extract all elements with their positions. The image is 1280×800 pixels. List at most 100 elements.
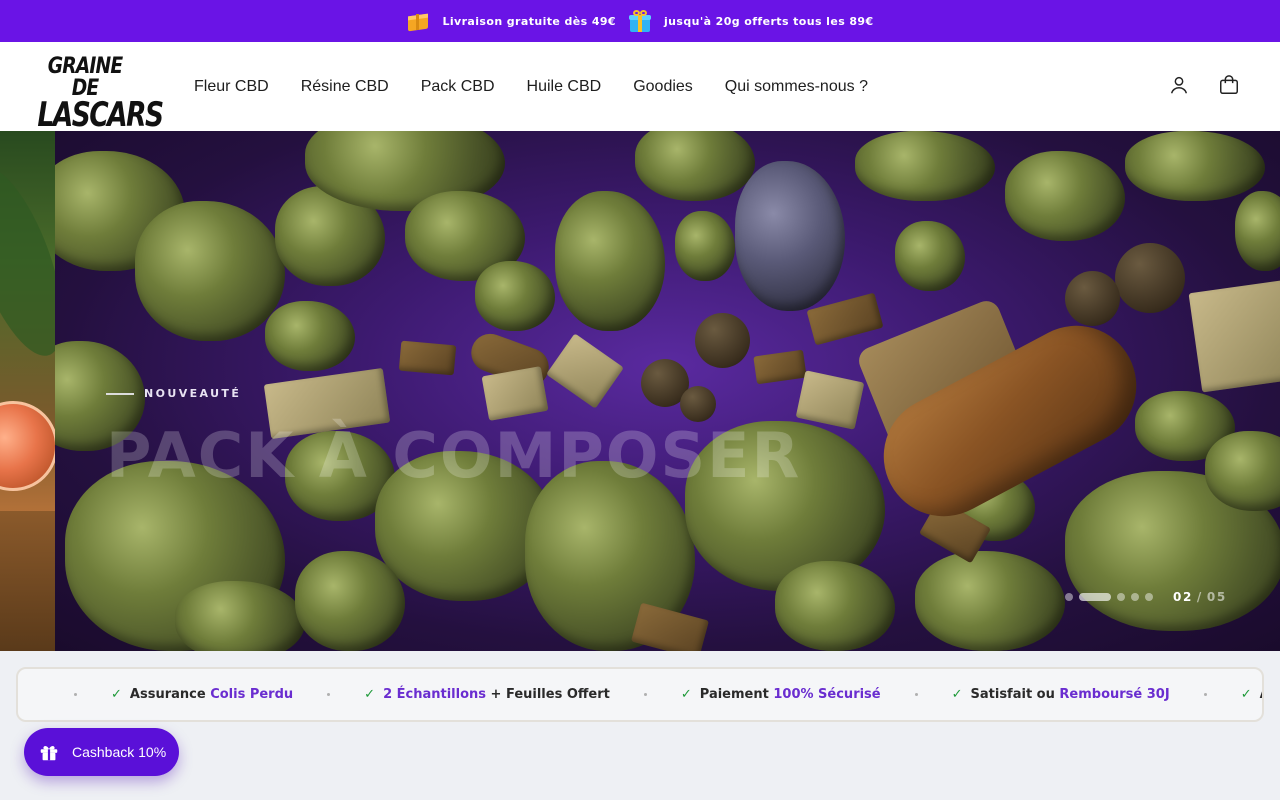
hero-kicker-text: NOUVEAUTÉ	[144, 387, 242, 400]
cbd-flower-image	[555, 191, 665, 331]
cbd-flower-image	[1005, 151, 1125, 241]
cbd-resin-image	[398, 340, 457, 376]
trust-marquee: ✓ Assurance Colis Perdu ✓ 2 Échantillons + …	[40, 669, 1262, 720]
cbd-flower-image	[915, 551, 1065, 651]
cbd-resin-image	[481, 366, 549, 421]
cbd-ball-image	[680, 386, 716, 422]
trust-item: ✓ Assura	[1240, 687, 1262, 702]
hero-title: PACK À COMPOSER	[106, 419, 802, 492]
announcement-item-gift: jusqu'à 20g offerts tous les 89€	[628, 9, 874, 33]
logo-line2: LASCARS	[37, 95, 164, 135]
cbd-flower-image	[1125, 131, 1265, 201]
trust-item-suffix: + Feuilles Offert	[486, 687, 610, 702]
slide-dot[interactable]	[1065, 593, 1073, 601]
check-icon: ✓	[680, 687, 692, 702]
check-icon: ✓	[951, 687, 963, 702]
trust-item-highlight: Remboursé 30J	[1059, 687, 1170, 702]
slide-dot[interactable]	[1117, 593, 1125, 601]
separator-dot	[327, 693, 331, 696]
slide-dot[interactable]	[1079, 593, 1111, 601]
trust-item-highlight: 100% Sécurisé	[773, 687, 881, 702]
nav-huile-cbd[interactable]: Huile CBD	[527, 78, 602, 96]
nav-resine-cbd[interactable]: Résine CBD	[301, 78, 389, 96]
trust-item-prefix: Satisfait ou	[970, 687, 1060, 702]
trust-item-text: 2 Échantillons + Feuilles Offert	[383, 687, 610, 702]
announcement-text-gift: jusqu'à 20g offerts tous les 89€	[664, 14, 874, 28]
cbd-resin-image	[753, 349, 807, 385]
trust-item-text: Satisfait ou Remboursé 30J	[971, 687, 1170, 702]
check-icon: ✓	[1240, 687, 1252, 702]
cbd-flower-image	[175, 581, 305, 651]
cbd-flower-image	[475, 261, 555, 331]
cbd-ball-image	[1115, 243, 1185, 313]
cbd-flower-image	[1235, 191, 1280, 271]
cbd-flower-image	[635, 131, 755, 201]
trust-item-text: Assura	[1260, 687, 1262, 702]
cbd-flower-image	[265, 301, 355, 371]
wood-stump-image	[0, 511, 55, 651]
nav-pack-cbd[interactable]: Pack CBD	[421, 78, 495, 96]
logo-line1: GRAINE DE	[47, 54, 123, 101]
grapefruit-image	[0, 401, 55, 491]
separator-dot	[643, 693, 647, 696]
announcement-text-shipping: Livraison gratuite dès 49€	[442, 14, 616, 28]
trust-bar: ✓ Assurance Colis Perdu ✓ 2 Échantillons + …	[16, 667, 1264, 722]
main-nav: Fleur CBD Résine CBD Pack CBD Huile CBD …	[194, 42, 868, 131]
header-actions	[1168, 74, 1240, 96]
nav-goodies[interactable]: Goodies	[633, 78, 693, 96]
trust-item-prefix: Assura	[1260, 687, 1262, 702]
trust-item: ✓ Paiement 100% Sécurisé	[681, 687, 881, 702]
hero-prev-slide-peek[interactable]	[0, 131, 55, 651]
separator-dot	[1203, 693, 1207, 696]
slide-dot[interactable]	[1131, 593, 1139, 601]
cbd-resin-image	[795, 370, 865, 430]
cbd-flower-image	[135, 201, 285, 341]
check-icon: ✓	[364, 687, 376, 702]
cbd-resin-image	[1188, 279, 1280, 393]
trust-item-prefix: Paiement	[699, 687, 774, 702]
slide-counter: 02/05	[1173, 590, 1227, 604]
trust-item: ✓ Satisfait ou Remboursé 30J	[952, 687, 1170, 702]
trust-item-prefix: Assurance	[129, 687, 211, 702]
hero-kicker: NOUVEAUTÉ	[106, 387, 241, 400]
trust-item-highlight: Colis Perdu	[210, 687, 294, 702]
trust-item-text: Paiement 100% Sécurisé	[700, 687, 881, 702]
announcement-item-shipping: Livraison gratuite dès 49€	[406, 10, 616, 32]
kicker-line	[106, 392, 134, 395]
user-icon[interactable]	[1168, 74, 1190, 96]
package-icon	[406, 10, 430, 32]
separator-dot	[914, 693, 918, 696]
cbd-flower-image	[295, 551, 405, 651]
slide-dot[interactable]	[1145, 593, 1153, 601]
leaf-shape	[0, 155, 55, 367]
cbd-flower-image	[675, 211, 735, 281]
trust-item-text: Assurance Colis Perdu	[130, 687, 293, 702]
cbd-flower-image	[895, 221, 965, 291]
check-icon: ✓	[111, 687, 122, 702]
gift-icon	[628, 9, 652, 33]
site-logo[interactable]: GRAINE DE LASCARS	[24, 54, 164, 133]
hero-slide[interactable]: NOUVEAUTÉ PACK À COMPOSER 02/05	[55, 131, 1280, 651]
cbd-flower-image	[735, 161, 845, 311]
nav-qui-sommes-nous[interactable]: Qui sommes-nous ?	[725, 78, 868, 96]
trust-item: ✓ Assurance Colis Perdu	[111, 687, 293, 702]
cbd-ball-image	[1065, 271, 1120, 326]
cbd-resin-image	[631, 602, 709, 651]
trust-item: ✓ 2 Échantillons + Feuilles Offert	[364, 687, 610, 702]
separator-dot	[74, 693, 77, 696]
cbd-ball-image	[695, 313, 750, 368]
slide-pagination	[1065, 593, 1153, 601]
site-header: GRAINE DE LASCARS Fleur CBD Résine CBD P…	[0, 42, 1280, 133]
cbd-resin-image	[546, 333, 624, 409]
nav-fleur-cbd[interactable]: Fleur CBD	[194, 78, 269, 96]
cbd-flower-image	[855, 131, 995, 201]
cbd-flower-image	[775, 561, 895, 651]
cashback-button[interactable]: Cashback 10%	[24, 728, 179, 776]
cashback-label: Cashback 10%	[72, 744, 167, 760]
slide-current: 02	[1173, 590, 1193, 604]
announcement-bar: Livraison gratuite dès 49€ jusqu'à 20g o…	[0, 0, 1280, 42]
gift-icon	[40, 746, 58, 761]
cart-icon[interactable]	[1218, 74, 1240, 96]
slide-total: 05	[1206, 590, 1227, 604]
trust-item-highlight: 2 Échantillons	[383, 687, 487, 702]
